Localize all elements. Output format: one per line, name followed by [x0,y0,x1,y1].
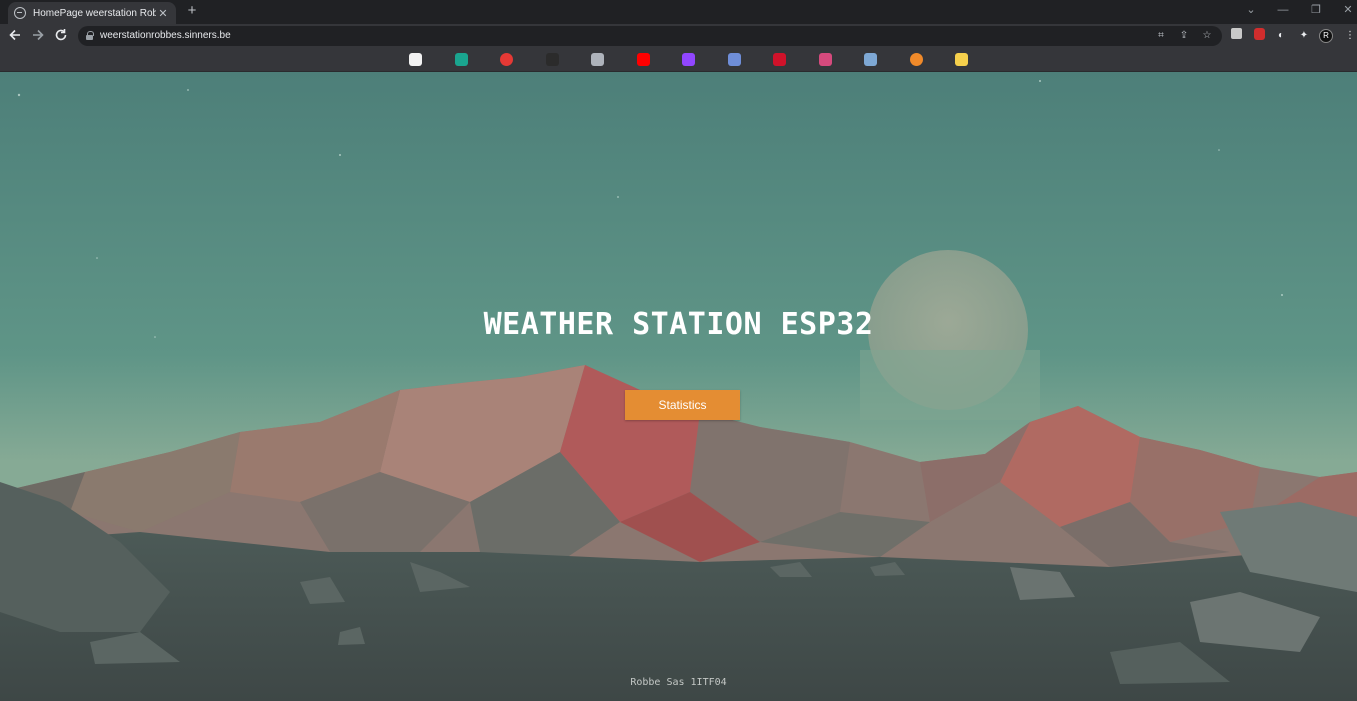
bookmark-8-icon[interactable] [773,53,786,66]
bookmark-1-icon[interactable] [409,53,422,66]
back-button[interactable] [7,28,23,44]
browser-tab[interactable]: HomePage weerstation Robbe ✕ [8,2,176,24]
bookmark-star-icon[interactable]: ☆ [1200,29,1214,43]
browser-toolbar: weerstationrobbes.sinners.be ⌗ ⇪ ☆ ◐ ✦ R… [0,24,1357,48]
extensions-puzzle-icon[interactable]: ✦ [1296,28,1312,44]
profile-avatar[interactable]: R [1318,28,1334,44]
share-icon[interactable]: ⇪ [1177,29,1191,43]
minimize-button[interactable]: — [1272,2,1294,18]
tab-close-icon[interactable]: ✕ [156,7,170,20]
bookmarks-bar [0,48,1357,72]
maximize-button[interactable]: ❐ [1305,2,1327,18]
bookmark-3-icon[interactable] [500,53,513,66]
bookmark-youtube-icon[interactable] [637,53,650,66]
bookmark-notes-icon[interactable] [955,53,968,66]
tab-title: HomePage weerstation Robbe [33,7,156,19]
globe-icon [14,7,26,19]
close-window-button[interactable]: ✕ [1337,2,1357,18]
tab-strip: HomePage weerstation Robbe ✕ + ⌄ — ❐ ✕ [0,0,1357,24]
bookmark-2-icon[interactable] [455,53,468,66]
back-arrow-icon [9,29,20,41]
statistics-button[interactable]: Statistics [625,390,740,420]
url-text[interactable]: weerstationrobbes.sinners.be [100,29,231,43]
lock-icon[interactable] [86,31,94,40]
translate-icon[interactable]: ⌗ [1154,29,1168,43]
forward-button[interactable] [30,28,46,44]
extension-3-icon[interactable]: ◐ [1273,28,1289,44]
mountain-background [0,72,1357,701]
bookmark-gmail-icon[interactable] [819,53,832,66]
reload-button[interactable] [53,28,69,44]
bookmark-steam-icon[interactable] [864,53,877,66]
menu-kebab-icon[interactable]: ⋮ [1342,28,1357,44]
page-title: WEATHER STATION ESP32 [483,307,874,342]
tab-search-icon[interactable]: ⌄ [1240,2,1262,18]
extension-1-icon[interactable] [1228,28,1244,44]
reload-icon [55,29,67,41]
bookmark-11-icon[interactable] [910,53,923,66]
bookmark-4-icon[interactable] [546,53,559,66]
forward-arrow-icon [33,29,44,41]
bookmark-twitch-icon[interactable] [682,53,695,66]
bookmark-5-icon[interactable] [591,53,604,66]
bookmark-7-icon[interactable] [728,53,741,66]
extension-2-icon[interactable] [1251,28,1267,44]
new-tab-button[interactable]: + [184,3,200,19]
footer-credit: Robbe Sas 1ITF04 [630,677,727,688]
address-bar[interactable]: weerstationrobbes.sinners.be ⌗ ⇪ ☆ [78,26,1222,46]
page-viewport: WEATHER STATION ESP32 Statistics Robbe S… [0,72,1357,701]
